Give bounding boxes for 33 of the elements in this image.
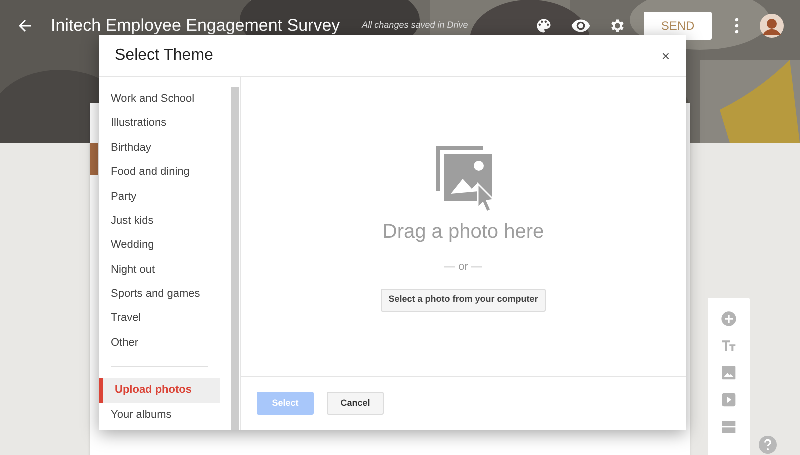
text-size-icon[interactable] bbox=[721, 338, 737, 354]
theme-category-item[interactable]: Illustrations bbox=[99, 111, 220, 136]
palette-icon[interactable] bbox=[535, 17, 553, 35]
theme-category-item[interactable]: Wedding bbox=[99, 233, 220, 258]
dialog-title: Select Theme bbox=[115, 46, 214, 66]
theme-category-item[interactable]: Birthday bbox=[99, 136, 220, 160]
form-accent-strip bbox=[90, 143, 98, 175]
close-button[interactable]: × bbox=[662, 48, 670, 62]
select-from-computer-button[interactable]: Select a photo from your computer bbox=[380, 288, 546, 312]
theme-category-item[interactable]: Sports and games bbox=[99, 282, 220, 307]
or-separator: — or — bbox=[444, 260, 482, 275]
photo-upload-icon bbox=[434, 144, 494, 212]
form-title: Initech Employee Engagement Survey bbox=[51, 15, 340, 38]
image-icon[interactable] bbox=[721, 365, 737, 381]
drop-zone-heading: Drag a photo here bbox=[382, 220, 544, 245]
theme-category-item[interactable]: Just kids bbox=[99, 208, 220, 234]
help-icon[interactable] bbox=[759, 436, 777, 454]
theme-category-item[interactable]: Your albums bbox=[99, 402, 220, 428]
theme-category-item[interactable]: Work and School bbox=[99, 87, 220, 112]
cancel-button[interactable]: Cancel bbox=[327, 392, 384, 415]
more-menu-icon[interactable] bbox=[734, 18, 740, 34]
theme-category-item[interactable]: Food and dining bbox=[99, 160, 220, 185]
video-icon[interactable] bbox=[721, 392, 737, 408]
theme-category-item[interactable]: Travel bbox=[99, 306, 220, 331]
save-status: All changes saved in Drive bbox=[362, 19, 468, 32]
avatar-icon[interactable] bbox=[760, 14, 784, 38]
theme-category-item[interactable]: Upload photos bbox=[99, 378, 220, 403]
theme-category-item[interactable]: Party bbox=[99, 184, 220, 209]
theme-category-item[interactable]: Other bbox=[99, 330, 220, 356]
theme-category-item[interactable]: Night out bbox=[99, 258, 220, 282]
section-icon[interactable] bbox=[721, 419, 737, 435]
add-icon[interactable] bbox=[721, 311, 737, 327]
scrollbar[interactable] bbox=[231, 87, 239, 430]
